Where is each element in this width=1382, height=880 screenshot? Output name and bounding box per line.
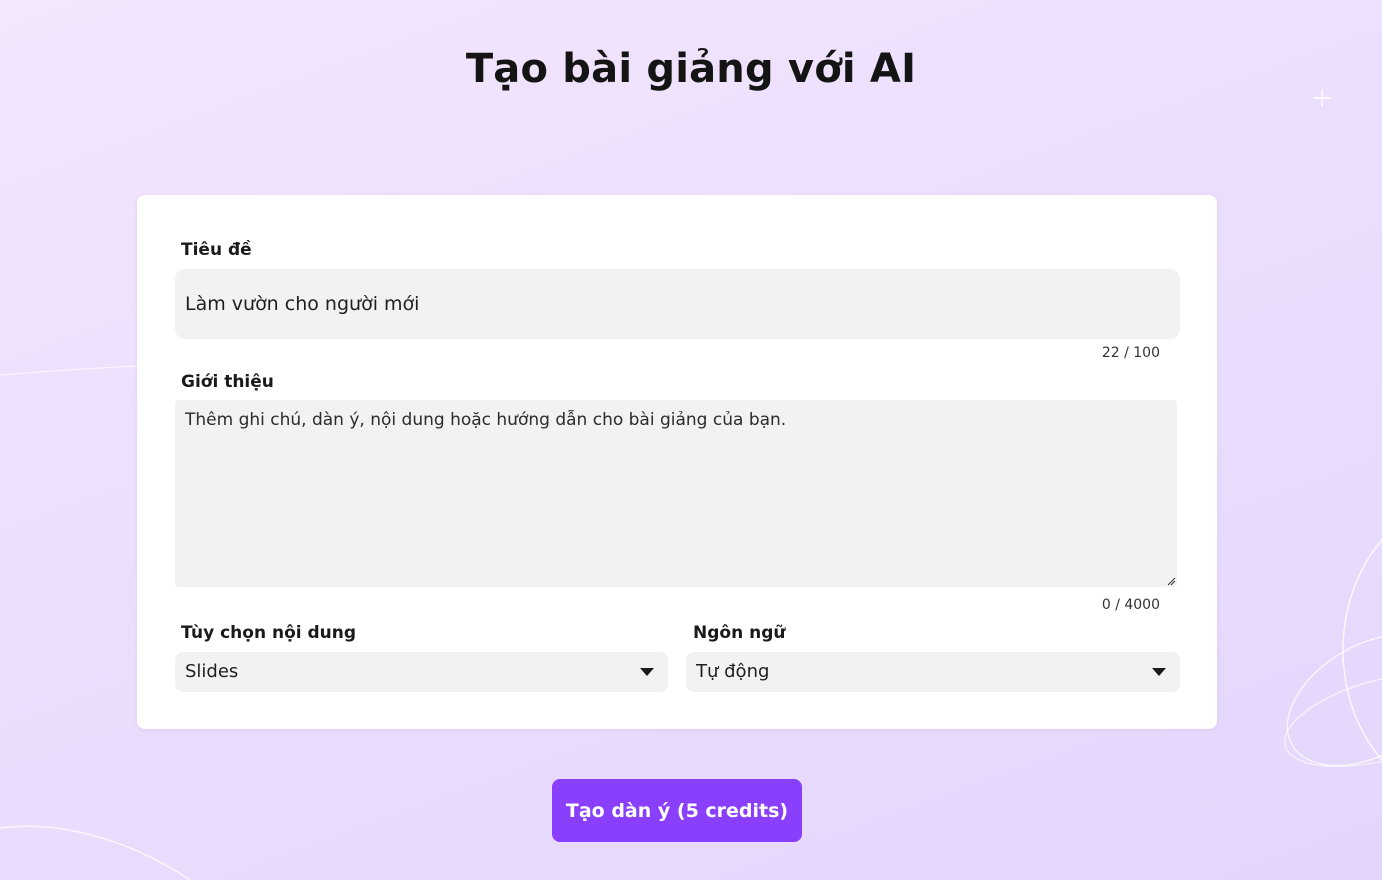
content-option-value: Slides [185,661,239,682]
caret-down-icon [640,668,654,676]
title-char-counter: 22 / 100 [1101,345,1160,361]
intro-textarea[interactable]: Thêm ghi chú, dàn ý, nội dung hoặc hướng… [175,400,1177,587]
page-title: Tạo bài giảng với AI [465,46,917,92]
language-label: Ngôn ngữ [693,623,786,643]
language-value: Tự động [696,661,770,682]
resize-handle-icon[interactable] [1166,576,1176,586]
generate-outline-button[interactable]: Tạo dàn ý (5 credits) [552,779,802,842]
content-option-label: Tùy chọn nội dung [181,623,357,643]
caret-down-icon [1152,668,1166,676]
intro-placeholder: Thêm ghi chú, dàn ý, nội dung hoặc hướng… [185,410,787,430]
language-select[interactable]: Tự động [686,652,1180,692]
content-option-select[interactable]: Slides [175,652,668,692]
lecture-form-card: Tiêu đề Làm vườn cho người mới 22 / 100 … [137,195,1217,729]
sparkle-icon [1313,89,1331,107]
intro-char-counter: 0 / 4000 [1101,597,1160,613]
title-input[interactable]: Làm vườn cho người mới [175,269,1180,339]
title-label: Tiêu đề [181,240,252,260]
intro-label: Giới thiệu [181,372,274,392]
